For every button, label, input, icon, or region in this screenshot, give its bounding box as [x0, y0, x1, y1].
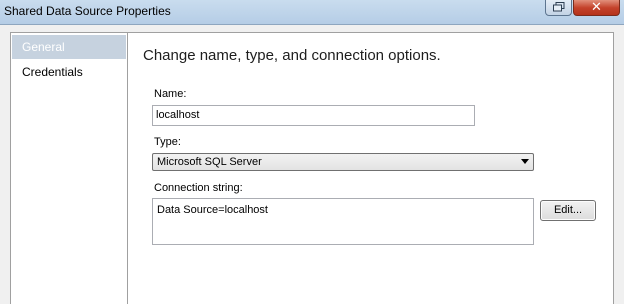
sidebar-item-label: Credentials: [22, 65, 83, 79]
restore-icon: [552, 2, 564, 12]
connection-string-value: Data Source=localhost: [157, 204, 268, 216]
page-title: Change name, type, and connection option…: [143, 47, 441, 64]
name-field[interactable]: localhost: [152, 105, 475, 126]
connection-string-field[interactable]: Data Source=localhost: [152, 198, 534, 245]
name-label: Name:: [154, 88, 187, 100]
edit-button[interactable]: Edit...: [540, 200, 596, 221]
type-selected-value: Microsoft SQL Server: [157, 156, 262, 168]
sidebar-item-general[interactable]: General: [12, 35, 126, 59]
type-label: Type:: [154, 136, 181, 148]
type-dropdown[interactable]: Microsoft SQL Server: [152, 153, 534, 171]
connection-string-label: Connection string:: [154, 182, 243, 194]
chevron-down-icon: [521, 159, 529, 164]
close-icon: ✕: [591, 0, 602, 15]
restore-button[interactable]: [545, 0, 572, 16]
sidebar: General Credentials: [10, 32, 128, 304]
close-button[interactable]: ✕: [573, 0, 620, 16]
name-value: localhost: [156, 109, 200, 121]
dialog-window: Shared Data Source Properties ✕ General …: [0, 0, 624, 304]
window-title: Shared Data Source Properties: [4, 4, 171, 18]
sidebar-item-label: General: [22, 40, 65, 54]
sidebar-item-credentials[interactable]: Credentials: [12, 60, 126, 84]
main-panel: Change name, type, and connection option…: [128, 32, 614, 304]
title-bar[interactable]: Shared Data Source Properties ✕: [0, 0, 624, 25]
